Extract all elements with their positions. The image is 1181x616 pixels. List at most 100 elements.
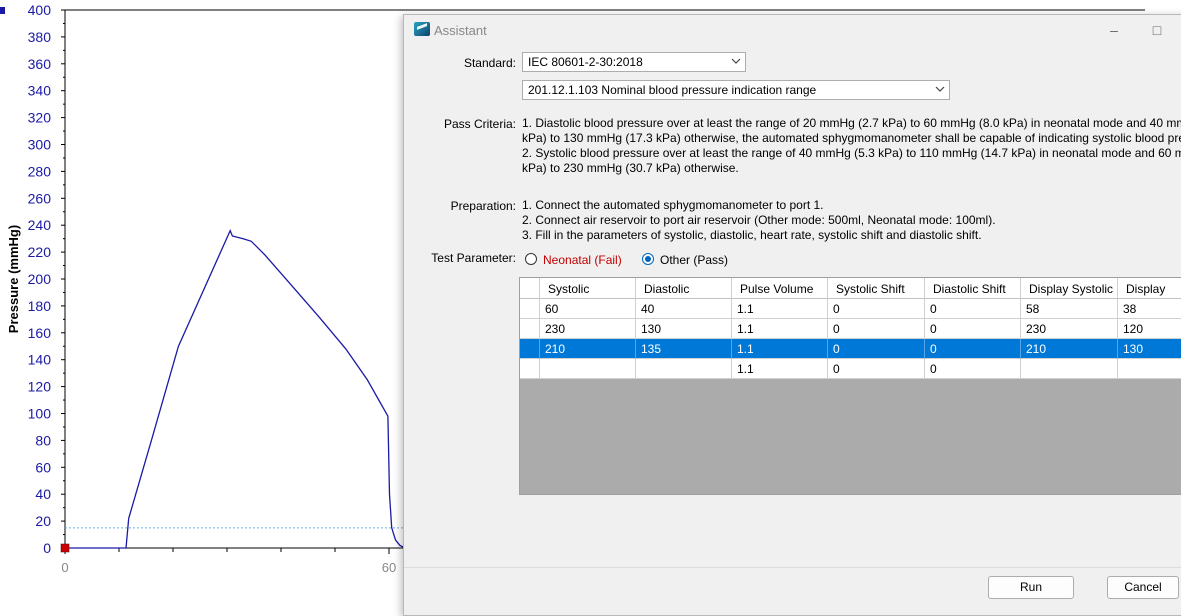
grid-cell[interactable]: 1.1 [732, 359, 828, 379]
pass-criteria-line: 1. Diastolic blood pressure over at leas… [522, 116, 1181, 130]
cell-value: 130 [1123, 342, 1144, 356]
cell-value: 210 [545, 342, 566, 356]
radio-circle-selected [642, 253, 654, 265]
grid-cell-selected[interactable]: 210 [1021, 339, 1118, 359]
grid-cell[interactable]: 0 [828, 299, 925, 319]
cell-value: 0 [833, 322, 840, 336]
grid-cell[interactable] [1021, 359, 1118, 379]
grid-cell[interactable] [636, 359, 732, 379]
dialog-title: Assistant [434, 23, 487, 38]
grid-cell[interactable]: 38 [1118, 299, 1181, 319]
run-button[interactable]: Run [988, 576, 1074, 599]
standard-label: Standard: [463, 56, 516, 70]
grid-cell[interactable]: 0 [828, 359, 925, 379]
y-tick-label: 260 [28, 190, 52, 206]
radio-neonatal-label: Neonatal (Fail) [543, 253, 622, 267]
grid-cell-selected[interactable]: 0 [828, 339, 925, 359]
column-header-label: Pulse Volume [740, 282, 814, 296]
column-header-label: Systolic [548, 282, 590, 296]
x-tick-label: 60 [382, 560, 396, 575]
grid-cell-selected[interactable]: 0 [925, 339, 1021, 359]
y-tick-label: 140 [28, 352, 52, 368]
y-tick-label: 300 [28, 137, 52, 153]
grid-cell[interactable]: 0 [925, 299, 1021, 319]
column-header-diastolic-shift[interactable]: Diastolic Shift [925, 278, 1021, 299]
column-header-systolic[interactable]: Systolic [540, 278, 636, 299]
grid-cell[interactable]: 58 [1021, 299, 1118, 319]
chevron-down-icon [731, 58, 741, 64]
maximize-icon[interactable]: □ [1142, 19, 1172, 41]
preparation-line: 3. Fill in the parameters of systolic, d… [522, 228, 982, 242]
pressure-series-line [65, 228, 406, 549]
pass-criteria-line: kPa) to 230 mmHg (30.7 kPa) otherwise. [522, 161, 739, 175]
y-tick-label: 220 [28, 244, 52, 260]
origin-marker [60, 543, 70, 553]
grid-cell[interactable]: 130 [636, 319, 732, 339]
pass-criteria-text: 1. Diastolic blood pressure over at leas… [522, 116, 1181, 176]
column-header-systolic-shift[interactable]: Systolic Shift [828, 278, 925, 299]
grid-cell[interactable]: 0 [925, 359, 1021, 379]
preparation-line: 1. Connect the automated sphygmomanomete… [522, 198, 824, 212]
grid-cell[interactable]: 0 [925, 319, 1021, 339]
y-tick-label: 60 [35, 459, 51, 475]
dialog-footer-divider [404, 567, 1181, 568]
y-tick-label: 200 [28, 271, 52, 287]
grid-cell[interactable]: 1.1 [732, 319, 828, 339]
cell-value: 1.1 [737, 342, 754, 356]
cell-value: 40 [641, 302, 655, 316]
cell-value: 0 [833, 302, 840, 316]
pass-criteria-line: kPa) to 130 mmHg (17.3 kPa) otherwise, t… [522, 131, 1181, 145]
grid-cell[interactable]: 230 [540, 319, 636, 339]
grid-cell-selected[interactable]: 130 [1118, 339, 1181, 359]
preparation-text: 1. Connect the automated sphygmomanomete… [522, 198, 996, 243]
parameter-grid[interactable]: Systolic Diastolic Pulse Volume Systolic… [519, 277, 1181, 495]
y-tick-label: 400 [28, 2, 52, 18]
grid-cell-selected[interactable]: 1.1 [732, 339, 828, 359]
column-header-label: Diastolic Shift [933, 282, 1006, 296]
grid-cell[interactable]: 0 [828, 319, 925, 339]
minimize-icon[interactable]: – [1099, 19, 1129, 41]
column-header-pulse-volume[interactable]: Pulse Volume [732, 278, 828, 299]
grid-cell-selected[interactable]: 210 [540, 339, 636, 359]
cell-value: 130 [641, 322, 662, 336]
y-tick-label: 0 [43, 540, 51, 556]
y-tick-label: 120 [28, 379, 52, 395]
cell-value: 38 [1123, 302, 1137, 316]
grid-cell-selected[interactable]: 135 [636, 339, 732, 359]
cell-value: 0 [930, 322, 937, 336]
grid-cell[interactable]: 230 [1021, 319, 1118, 339]
grid-cell[interactable] [540, 359, 636, 379]
grid-cell[interactable] [1118, 359, 1181, 379]
y-tick-label: 80 [35, 432, 51, 448]
x-tick-label: 0 [61, 560, 68, 575]
column-header-display-systolic[interactable]: Display Systolic [1021, 278, 1118, 299]
y-tick-label: 240 [28, 217, 52, 233]
column-header-label: Display [1126, 282, 1166, 296]
standard-select[interactable]: IEC 80601-2-30:2018 [522, 52, 746, 72]
grid-cell[interactable]: 60 [540, 299, 636, 319]
pass-criteria-label: Pass Criteria: [443, 117, 516, 131]
grid-cell[interactable]: 120 [1118, 319, 1181, 339]
preparation-line: 2. Connect air reservoir to port air res… [522, 213, 996, 227]
cell-value: 60 [545, 302, 559, 316]
column-header-display[interactable]: Display [1118, 278, 1181, 299]
row-header[interactable] [520, 359, 540, 379]
y-tick-label: 340 [28, 83, 52, 99]
cancel-button[interactable]: Cancel [1107, 576, 1179, 599]
cell-value: 0 [930, 342, 937, 356]
grid-cell[interactable]: 40 [636, 299, 732, 319]
cell-value: 0 [930, 362, 937, 376]
row-header[interactable] [520, 319, 540, 339]
clause-select[interactable]: 201.12.1.103 Nominal blood pressure indi… [522, 80, 950, 100]
grid-cell[interactable]: 1.1 [732, 299, 828, 319]
row-header[interactable] [520, 339, 540, 359]
test-parameter-label: Test Parameter: [431, 251, 516, 265]
cell-value: 1.1 [737, 322, 754, 336]
column-header-diastolic[interactable]: Diastolic [636, 278, 732, 299]
app-logo-icon [414, 22, 430, 36]
dialog-titlebar[interactable]: Assistant – □ [404, 15, 1181, 45]
column-header-label: Display Systolic [1029, 282, 1114, 296]
y-tick-label: 100 [28, 406, 52, 422]
row-header[interactable] [520, 299, 540, 319]
standard-value: IEC 80601-2-30:2018 [528, 55, 643, 69]
